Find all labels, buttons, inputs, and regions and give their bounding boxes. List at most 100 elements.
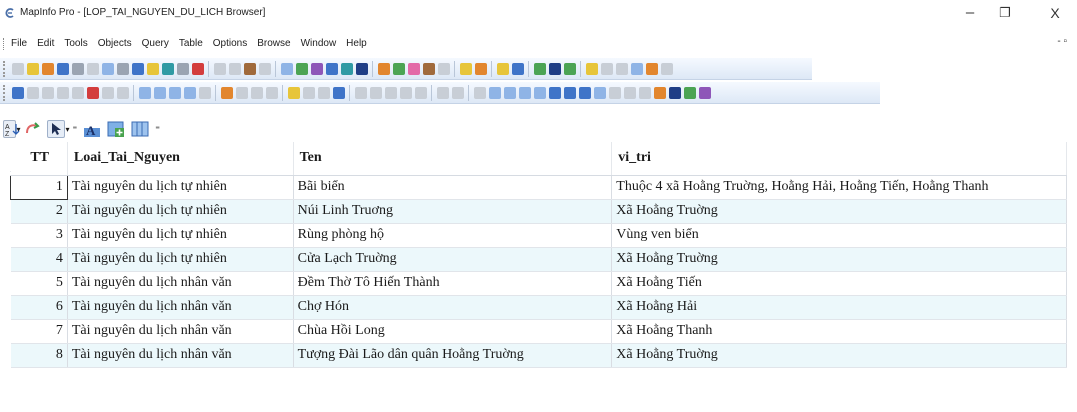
close-button[interactable]: X (1040, 3, 1070, 23)
cell-tt[interactable]: 8 (10, 343, 68, 368)
paste-icon[interactable] (243, 63, 256, 75)
cell-loai-tai-nguyen[interactable]: Tài nguyên du lịch tự nhiên (67, 247, 294, 272)
cosmetic-layer-icon[interactable] (384, 87, 397, 99)
cell-ten[interactable]: Chợ Hón (293, 295, 613, 320)
cell-vi-tri[interactable]: Thuộc 4 xã Hoằng Truờng, Hoằng Hải, Hoằn… (611, 175, 1067, 200)
select-dropdown-icon[interactable]: ▾ (65, 125, 69, 134)
pan-icon[interactable] (198, 87, 211, 99)
table-row[interactable]: 8 Tài nguyên du lịch nhân văn Tượng Đài … (10, 343, 1067, 368)
query-icon[interactable] (511, 63, 524, 75)
statistics-sum-icon[interactable] (332, 87, 345, 99)
sql-select-icon[interactable] (496, 63, 509, 75)
document-window-controls[interactable]: - ▫ (1057, 36, 1067, 47)
undo-icon[interactable] (258, 63, 271, 75)
menu-options[interactable]: Options (213, 38, 247, 49)
cell-tt[interactable]: 5 (10, 271, 68, 296)
cell-ten[interactable]: Đềm Thờ Tô Hiến Thành (293, 271, 613, 296)
new-redistrict-icon[interactable] (340, 63, 353, 75)
browser-icon[interactable] (436, 87, 449, 99)
open-wms-icon[interactable] (71, 63, 84, 75)
extra-tool-icon[interactable] (660, 63, 673, 75)
help-icon[interactable] (645, 63, 658, 75)
cell-vi-tri[interactable]: Xã Hoằng Truờng (611, 247, 1067, 272)
new-grapher-icon[interactable] (310, 63, 323, 75)
new-3d-icon[interactable] (355, 63, 368, 75)
thematic-map-icon[interactable] (407, 63, 420, 75)
set-target-icon[interactable] (317, 87, 330, 99)
statistics-icon[interactable] (437, 63, 450, 75)
unselect-all-icon[interactable] (86, 87, 99, 99)
cut-icon[interactable] (213, 63, 226, 75)
scale-bar-icon[interactable] (369, 87, 382, 99)
label-icon[interactable]: A (83, 120, 101, 138)
toolbar-overflow-icon[interactable]: ⁼ (72, 124, 77, 135)
table-row[interactable]: 6 Tài nguyên du lịch nhân văn Chợ Hón Xã… (10, 295, 1067, 320)
web-services-icon[interactable] (563, 63, 576, 75)
text-tool-icon[interactable] (593, 87, 606, 99)
save-table-icon[interactable] (116, 63, 129, 75)
menu-file[interactable]: File (11, 38, 27, 49)
layer-icon[interactable] (287, 87, 300, 99)
cell-vi-tri[interactable]: Vùng ven biển (611, 223, 1067, 248)
add-node-tool-icon[interactable] (638, 87, 651, 99)
export-icon[interactable] (191, 63, 204, 75)
cell-vi-tri[interactable]: Xã Hoằng Truờng (611, 199, 1067, 224)
cell-ten[interactable]: Rùng phòng hộ (293, 223, 613, 248)
label-tool-icon[interactable] (250, 87, 263, 99)
zoom-out-icon[interactable] (153, 87, 166, 99)
toolbar-overflow-icon[interactable]: ⁼ (155, 124, 160, 135)
print-preview-icon[interactable] (161, 63, 174, 75)
info-icon[interactable] (220, 87, 233, 99)
info-tool-icon[interactable] (459, 63, 472, 75)
column-header-tt[interactable]: TT (10, 142, 68, 176)
frame-tool-icon[interactable] (608, 87, 621, 99)
copy-icon[interactable] (228, 63, 241, 75)
open-wfs-icon[interactable] (86, 63, 99, 75)
table-row[interactable]: 3 Tài nguyên du lịch tự nhiên Rùng phòng… (10, 223, 1067, 248)
redraw-icon[interactable] (451, 87, 464, 99)
mapbasic-icon[interactable] (615, 63, 628, 75)
symbol-style-icon[interactable] (653, 87, 666, 99)
toolbar-grip[interactable] (3, 85, 7, 101)
refresh-icon[interactable] (23, 120, 41, 138)
save-workspace-icon[interactable] (131, 63, 144, 75)
cell-vi-tri[interactable]: Xã Hoằng Thanh (611, 319, 1067, 344)
graph-select-icon[interactable] (116, 87, 129, 99)
new-browser-icon[interactable] (280, 63, 293, 75)
menu-table[interactable]: Table (179, 38, 203, 49)
grabber-icon[interactable] (183, 87, 196, 99)
sort-icon[interactable]: AZ (3, 120, 20, 138)
menu-grip[interactable] (3, 38, 5, 50)
menu-help[interactable]: Help (346, 38, 367, 49)
open-universal-icon[interactable] (101, 63, 114, 75)
polygon-tool-icon[interactable] (533, 87, 546, 99)
menu-browse[interactable]: Browse (257, 38, 290, 49)
print-icon[interactable] (176, 63, 189, 75)
cell-ten[interactable]: Bãi biển (293, 175, 613, 200)
save-window-icon[interactable] (146, 63, 159, 75)
table-row[interactable]: 4 Tài nguyên du lịch tự nhiên Cửa Lạch T… (10, 247, 1067, 272)
change-view-icon[interactable] (168, 87, 181, 99)
line-style-icon[interactable] (668, 87, 681, 99)
cell-tt[interactable]: 6 (10, 295, 68, 320)
menu-window[interactable]: Window (301, 38, 337, 49)
select-tool-icon[interactable] (11, 87, 24, 99)
cell-loai-tai-nguyen[interactable]: Tài nguyên du lịch tự nhiên (67, 199, 294, 224)
polygon-select-icon[interactable] (56, 87, 69, 99)
cell-tt[interactable]: 7 (10, 319, 68, 344)
table-row[interactable]: 5 Tài nguyên du lịch nhân văn Đềm Thờ Tô… (10, 271, 1067, 296)
show-legend-icon[interactable] (354, 87, 367, 99)
column-header-ten[interactable]: Ten (293, 142, 613, 176)
zoom-layer-icon[interactable] (399, 87, 412, 99)
cell-tt[interactable]: 4 (10, 247, 68, 272)
ruler-icon[interactable] (235, 87, 248, 99)
cell-tt[interactable]: 2 (10, 199, 68, 224)
window-list-icon[interactable] (630, 63, 643, 75)
menu-tools[interactable]: Tools (64, 38, 87, 49)
minimize-button[interactable]: – (955, 3, 985, 23)
drag-map-icon[interactable] (265, 87, 278, 99)
polyline-tool-icon[interactable] (503, 87, 516, 99)
cell-loai-tai-nguyen[interactable]: Tài nguyên du lịch nhân văn (67, 343, 294, 368)
catalog-icon[interactable] (585, 63, 598, 75)
maximize-button[interactable]: ❐ (990, 3, 1020, 23)
